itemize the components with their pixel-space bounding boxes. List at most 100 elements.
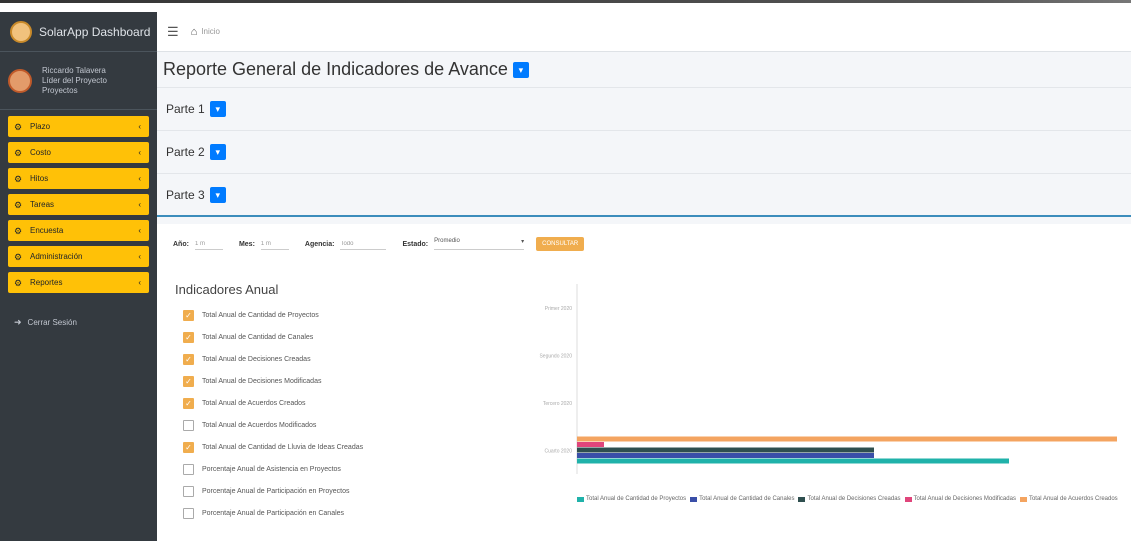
checkbox[interactable]: ✓	[183, 331, 194, 343]
anio-label: Año:	[173, 240, 189, 248]
checkbox[interactable]	[183, 419, 194, 431]
indicator-label: Porcentaje Anual de Asistencia en Proyec…	[202, 465, 341, 473]
sidebar-item-administracion[interactable]: ⚙ Administración ‹	[8, 246, 149, 267]
collapse-toggle-button[interactable]: ▾	[209, 186, 226, 203]
estado-select[interactable]: Promedio ▾	[434, 238, 525, 250]
sign-out-icon: ➜	[14, 317, 22, 327]
user-info: Riccardo Talavera Líder del Proyecto Pro…	[42, 66, 107, 96]
chevron-left-icon: ‹	[138, 252, 141, 261]
indicators-panel: Indicadores Anual ✓ Total Anual de Cantid…	[157, 264, 1131, 541]
sidebar-item-tareas[interactable]: ⚙ Tareas ‹	[8, 194, 149, 215]
dashboard-icon: ⚙	[14, 199, 23, 210]
dashboard-icon: ⚙	[14, 147, 23, 158]
page-title: Reporte General de Indicadores de Avance	[163, 59, 508, 79]
chevron-left-icon: ‹	[138, 278, 141, 287]
indicator-checkbox-row[interactable]: Total Anual de Acuerdos Modificados	[183, 414, 363, 436]
legend-entry[interactable]: Total Anual de Decisiones Modificadas	[904, 494, 1016, 505]
indicator-label: Total Anual de Decisiones Creadas	[202, 355, 311, 363]
y-tick-label: Cuarto 2020	[544, 448, 572, 454]
checkbox[interactable]: ✓	[183, 353, 194, 365]
sidebar-item-label: Reportes	[30, 278, 63, 287]
legend-entry[interactable]: Total Anual de Acuerdos Creados	[1019, 494, 1118, 505]
sidebar-item-label: Hitos	[30, 174, 49, 183]
indicator-checkbox-row[interactable]: ✓ Total Anual de Cantidad de Lluvia de Id…	[183, 436, 363, 458]
consultar-button[interactable]: CONSULTAR	[536, 237, 585, 251]
section-parte-3: Parte 3 ▾	[157, 174, 1131, 217]
legend-label: Total Anual de Decisiones Creadas	[807, 496, 901, 502]
legend-label: Total Anual de Cantidad de Proyectos	[586, 496, 687, 502]
y-tick-label: Segundo 2020	[539, 353, 572, 359]
indicator-checkbox-row[interactable]: ✓ Total Anual de Cantidad de Canales	[183, 326, 363, 348]
agencia-input[interactable]	[340, 238, 387, 250]
legend-label: Total Anual de Cantidad de Canales	[699, 496, 795, 502]
dashboard-icon: ⚙	[14, 277, 23, 288]
chevron-left-icon: ‹	[138, 226, 141, 235]
collapse-toggle-button[interactable]: ▾	[209, 101, 226, 117]
mes-input[interactable]	[260, 238, 289, 250]
checkbox[interactable]: ✓	[183, 375, 194, 387]
indicator-checkbox-row[interactable]: Porcentaje Anual de Asistencia en Proyec…	[183, 458, 363, 480]
agencia-label: Agencia:	[304, 240, 335, 248]
checkbox[interactable]: ✓	[183, 309, 194, 321]
legend-entry[interactable]: Total Anual de Cantidad de Proyectos	[577, 494, 686, 505]
legend-swatch	[577, 497, 584, 502]
indicator-label: Total Anual de Cantidad de Canales	[202, 333, 314, 341]
indicator-checkbox-row[interactable]: Porcentaje Anual de Participación en Pro…	[183, 480, 363, 502]
page-header: Reporte General de Indicadores de Avance…	[157, 52, 1131, 88]
estado-value: Promedio	[434, 238, 460, 244]
home-icon[interactable]: ⌂	[191, 26, 198, 38]
collapse-toggle-button[interactable]: ▾	[512, 61, 529, 78]
legend-entry[interactable]: Total Anual de Decisiones Creadas	[798, 494, 901, 505]
sidebar-item-label: Administración	[30, 252, 83, 261]
logout-link[interactable]: ➜ Cerrar Sesión	[14, 317, 157, 328]
chevron-left-icon: ‹	[138, 122, 141, 131]
sidebar-item-hitos[interactable]: ⚙ Hitos ‹	[8, 168, 149, 189]
chart-svg: Primer 2020 Segundo 2020 Tercero 2020 Cuart…	[539, 284, 1117, 474]
indicator-checkbox-row[interactable]: Porcentaje Anual de Participación en Can…	[183, 502, 363, 524]
indicator-checkbox-row[interactable]: ✓ Total Anual de Cantidad de Proyectos	[183, 304, 363, 326]
legend-swatch	[1019, 497, 1027, 502]
chevron-down-icon: ▾	[521, 239, 525, 245]
avatar	[8, 68, 32, 93]
legend-swatch	[798, 497, 806, 502]
brand-name: SolarApp Dashboard	[39, 24, 151, 39]
indicators-title: Indicadores Anual	[175, 282, 279, 297]
indicator-checkbox-row[interactable]: ✓ Total Anual de Decisiones Modificadas	[183, 370, 363, 392]
sidebar-item-reportes[interactable]: ⚙ Reportes ‹	[8, 272, 149, 293]
indicator-checkbox-row[interactable]: ✓ Total Anual de Decisiones Creadas	[183, 348, 363, 370]
breadcrumb[interactable]: Inicio	[201, 27, 220, 36]
checkbox[interactable]	[183, 463, 194, 475]
sidebar: SolarApp Dashboard Riccardo Talavera Líd…	[0, 12, 157, 541]
sidebar-item-encuesta[interactable]: ⚙ Encuesta ‹	[8, 220, 149, 241]
brand-logo	[10, 20, 32, 43]
bar	[577, 453, 874, 458]
sidebar-item-label: Encuesta	[30, 226, 64, 235]
legend-label: Total Anual de Acuerdos Creados	[1028, 496, 1118, 502]
checkbox[interactable]	[183, 485, 194, 497]
indicator-checkbox-row[interactable]: ✓ Total Anual de Acuerdos Creados	[183, 392, 363, 414]
indicator-label: Total Anual de Cantidad de Proyectos	[202, 311, 319, 319]
sidebar-item-costo[interactable]: ⚙ Costo ‹	[8, 142, 149, 163]
checkbox[interactable]: ✓	[183, 441, 194, 453]
legend-swatch	[690, 497, 698, 502]
checkbox[interactable]	[183, 507, 194, 519]
chevron-left-icon: ‹	[138, 148, 141, 157]
hamburger-menu-icon[interactable]: ☰	[167, 24, 179, 40]
checkbox[interactable]: ✓	[183, 397, 194, 409]
brand[interactable]: SolarApp Dashboard	[0, 12, 157, 52]
collapse-toggle-button[interactable]: ▾	[209, 144, 226, 160]
dashboard-icon: ⚙	[14, 251, 23, 262]
sidebar-item-label: Plazo	[30, 122, 51, 131]
y-tick-label: Tercero 2020	[543, 401, 572, 407]
legend-entry[interactable]: Total Anual de Cantidad de Canales	[690, 494, 794, 505]
section-title: Parte 1	[166, 102, 205, 116]
anio-input[interactable]	[194, 238, 223, 250]
dashboard-icon: ⚙	[14, 173, 23, 184]
filter-bar: Año: Mes: Agencia: Estado: Promedio ▾ CON…	[157, 224, 1131, 264]
user-area: Proyectos	[42, 85, 78, 95]
sidebar-item-plazo[interactable]: ⚙ Plazo ‹	[8, 116, 149, 137]
chevron-left-icon: ‹	[138, 200, 141, 209]
user-panel[interactable]: Riccardo Talavera Líder del Proyecto Pro…	[0, 52, 157, 110]
mes-label: Mes:	[238, 240, 255, 248]
bar	[577, 436, 1117, 442]
